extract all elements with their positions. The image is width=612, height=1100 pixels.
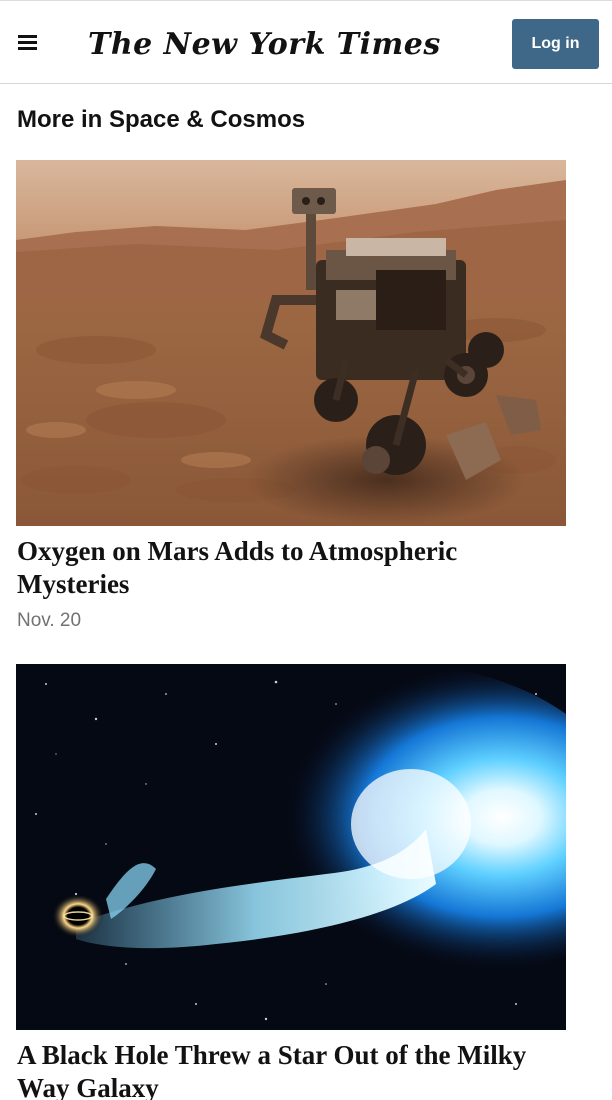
menu-icon-bar — [18, 47, 37, 50]
story-date: Nov. 20 — [17, 610, 82, 631]
section-title: More in Space & Cosmos — [17, 106, 306, 133]
menu-icon[interactable] — [14, 29, 42, 57]
story-headline[interactable]: A Black Hole Threw a Star Out of the Mil… — [16, 1039, 566, 1100]
login-button[interactable]: Log in — [512, 19, 599, 69]
nyt-logo[interactable]: The New York Times — [88, 23, 440, 67]
story-image-mars-rover[interactable] — [16, 160, 566, 526]
menu-icon-bar — [18, 35, 37, 38]
story-headline[interactable]: Oxygen on Mars Adds to Atmospheric Myste… — [16, 535, 566, 601]
mars-rover-image — [16, 160, 566, 526]
story-image-black-hole[interactable] — [16, 664, 566, 1030]
black-hole-image — [16, 664, 566, 1030]
menu-icon-bar — [18, 41, 37, 44]
story-card[interactable]: Oxygen on Mars Adds to Atmospheric Myste… — [16, 160, 566, 633]
story-card[interactable]: A Black Hole Threw a Star Out of the Mil… — [16, 664, 566, 1100]
site-header: The New York Times Log in — [0, 0, 612, 84]
